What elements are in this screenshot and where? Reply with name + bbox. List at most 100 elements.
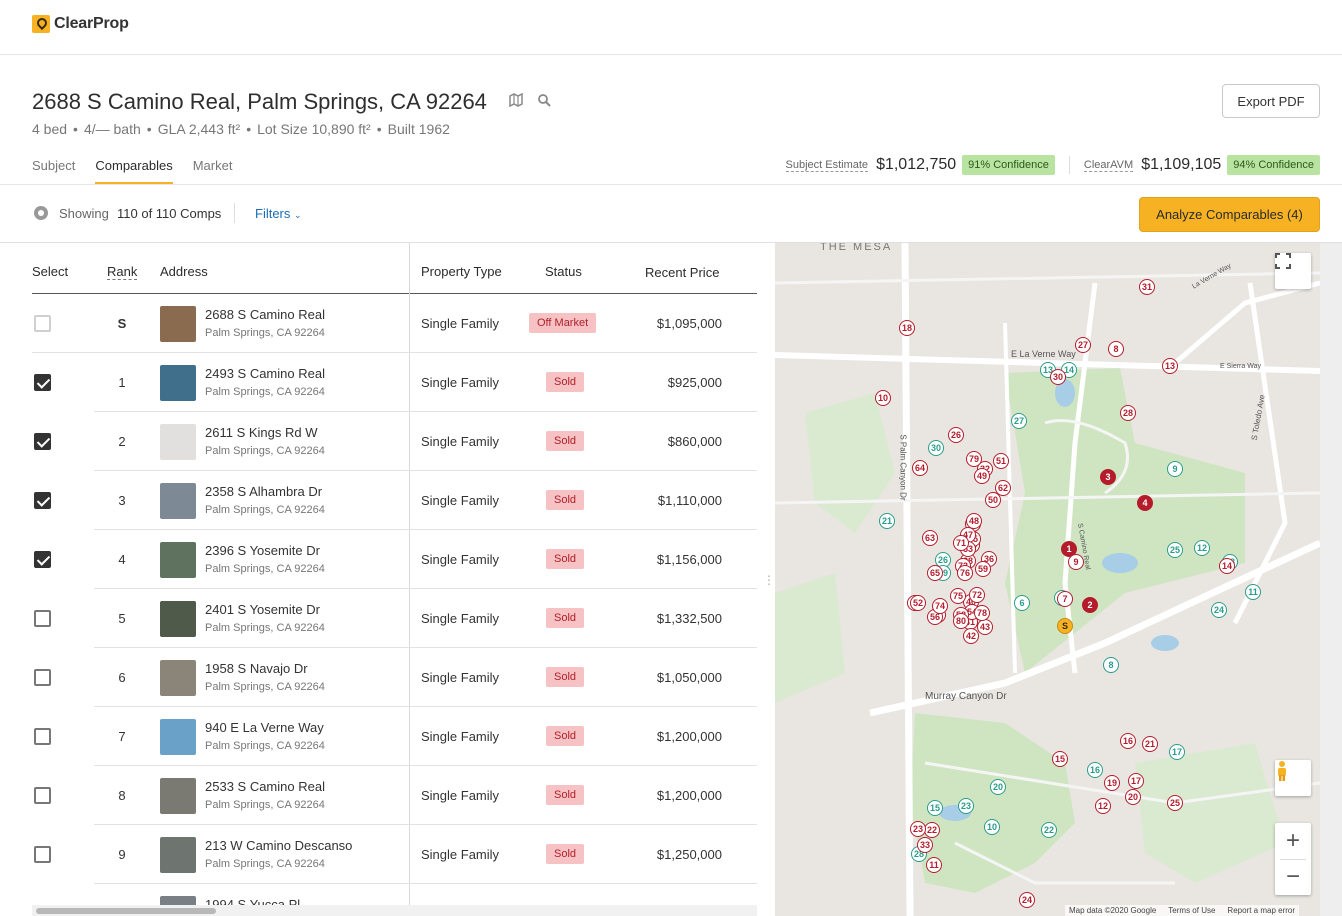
comp-pin[interactable]: 25: [1167, 795, 1183, 811]
map-icon[interactable]: [508, 92, 524, 108]
comp-pin[interactable]: 71: [953, 535, 969, 551]
row-select-checkbox[interactable]: [34, 610, 51, 627]
zoom-in-button[interactable]: +: [1286, 823, 1300, 859]
comp-pin[interactable]: 17: [1169, 744, 1185, 760]
table-row[interactable]: 5 2401 S Yosemite Dr Palm Springs, CA 9226…: [0, 589, 757, 648]
analyze-comparables-button[interactable]: Analyze Comparables (4): [1139, 197, 1320, 232]
comp-pin[interactable]: 65: [927, 565, 943, 581]
row-address[interactable]: 2493 S Camino Real: [205, 366, 325, 381]
comp-pin[interactable]: 51: [993, 453, 1009, 469]
property-thumbnail[interactable]: [160, 424, 196, 460]
zoom-out-button[interactable]: −: [1286, 859, 1300, 895]
comp-pin[interactable]: 10: [875, 390, 891, 406]
comp-pin[interactable]: 63: [922, 530, 938, 546]
table-row[interactable]: 8 2533 S Camino Real Palm Springs, CA 9226…: [0, 766, 757, 825]
comp-pin[interactable]: 13: [1162, 358, 1178, 374]
row-select-checkbox[interactable]: [34, 669, 51, 686]
comp-pin[interactable]: 27: [1075, 337, 1091, 353]
comp-pin[interactable]: 9: [1068, 554, 1084, 570]
filters-dropdown[interactable]: Filters ⌄: [255, 206, 302, 221]
comp-pin[interactable]: 14: [1219, 558, 1235, 574]
comp-pin[interactable]: 43: [977, 619, 993, 635]
tab-market[interactable]: Market: [193, 158, 233, 184]
property-thumbnail[interactable]: [160, 660, 196, 696]
comp-pin[interactable]: 15: [1052, 751, 1068, 767]
app-logo[interactable]: ClearProp: [32, 15, 129, 33]
comp-pin[interactable]: 30: [1050, 369, 1066, 385]
row-select-checkbox[interactable]: [34, 492, 51, 509]
comp-pin[interactable]: 15: [927, 800, 943, 816]
row-address[interactable]: 2358 S Alhambra Dr: [205, 484, 322, 499]
header-status[interactable]: Status: [545, 264, 582, 279]
subject-estimate-label[interactable]: Subject Estimate: [785, 159, 869, 172]
fullscreen-icon[interactable]: [1275, 253, 1311, 289]
comp-pin[interactable]: 11: [1245, 584, 1261, 600]
comp-pin[interactable]: 42: [963, 628, 979, 644]
comp-pin[interactable]: 26: [948, 427, 964, 443]
comp-pin[interactable]: 22: [1041, 822, 1057, 838]
table-row[interactable]: 9 213 W Camino Descanso Palm Springs, CA 9…: [0, 825, 757, 884]
table-row[interactable]: 4 2396 S Yosemite Dr Palm Springs, CA 9226…: [0, 530, 757, 589]
comp-pin[interactable]: 20: [1125, 789, 1141, 805]
street-view-pegman-icon[interactable]: [1275, 760, 1311, 796]
table-row[interactable]: 2 2611 S Kings Rd W Palm Springs, CA 92264…: [0, 412, 757, 471]
row-address[interactable]: 2533 S Camino Real: [205, 779, 325, 794]
row-address[interactable]: 2396 S Yosemite Dr: [205, 543, 320, 558]
comp-pin[interactable]: 25: [1167, 542, 1183, 558]
row-select-checkbox[interactable]: [34, 551, 51, 568]
comp-pin[interactable]: 78: [974, 605, 990, 621]
comp-pin[interactable]: 23: [910, 821, 926, 837]
comp-pin[interactable]: 30: [928, 440, 944, 456]
comp-pin[interactable]: 8: [1103, 657, 1119, 673]
row-address[interactable]: 2688 S Camino Real: [205, 307, 325, 322]
row-address[interactable]: 213 W Camino Descanso: [205, 838, 352, 853]
comp-pin[interactable]: 24: [1019, 892, 1035, 908]
terms-link[interactable]: Terms of Use: [1168, 906, 1215, 915]
comp-pin[interactable]: 52: [910, 595, 926, 611]
property-thumbnail[interactable]: [160, 837, 196, 873]
comp-pin[interactable]: 33: [917, 837, 933, 853]
comp-pin[interactable]: 80: [953, 613, 969, 629]
comp-pin[interactable]: 4: [1137, 495, 1153, 511]
comp-pin[interactable]: 49: [974, 468, 990, 484]
row-select-checkbox[interactable]: [34, 374, 51, 391]
header-property-type[interactable]: Property Type: [421, 264, 502, 279]
comp-pin[interactable]: 17: [1128, 773, 1144, 789]
row-address[interactable]: 2401 S Yosemite Dr: [205, 602, 320, 617]
comp-pin[interactable]: 74: [932, 598, 948, 614]
avm-label[interactable]: ClearAVM: [1083, 159, 1134, 172]
comp-pin[interactable]: 21: [1142, 736, 1158, 752]
comp-pin[interactable]: 62: [995, 480, 1011, 496]
report-error-link[interactable]: Report a map error: [1227, 906, 1295, 915]
comp-pin[interactable]: 72: [969, 587, 985, 603]
comp-pin[interactable]: 75: [950, 588, 966, 604]
comp-pin[interactable]: 23: [958, 798, 974, 814]
row-select-checkbox[interactable]: [34, 433, 51, 450]
comp-pin[interactable]: 19: [1104, 775, 1120, 791]
comp-pin[interactable]: 3: [1100, 469, 1116, 485]
header-address[interactable]: Address: [160, 264, 208, 279]
table-row[interactable]: 3 2358 S Alhambra Dr Palm Springs, CA 9226…: [0, 471, 757, 530]
comp-pin[interactable]: 79: [966, 451, 982, 467]
comp-pin[interactable]: 18: [899, 320, 915, 336]
search-icon[interactable]: [536, 92, 552, 108]
comp-pin[interactable]: 11: [926, 857, 942, 873]
property-thumbnail[interactable]: [160, 719, 196, 755]
row-address[interactable]: 940 E La Verne Way: [205, 720, 324, 735]
comps-map[interactable]: THE MESA E La Verne Way Murray Canyon Dr…: [775, 243, 1320, 916]
tab-subject[interactable]: Subject: [32, 158, 75, 184]
comp-pin[interactable]: 64: [912, 460, 928, 476]
property-thumbnail[interactable]: [160, 306, 196, 342]
comp-pin[interactable]: 27: [1011, 413, 1027, 429]
row-select-checkbox[interactable]: [34, 728, 51, 745]
table-row[interactable]: 7 940 E La Verne Way Palm Springs, CA 9226…: [0, 707, 757, 766]
comp-pin[interactable]: 2: [1082, 597, 1098, 613]
header-rank[interactable]: Rank: [107, 264, 138, 280]
property-thumbnail[interactable]: [160, 601, 196, 637]
comp-pin[interactable]: 28: [1120, 405, 1136, 421]
table-row[interactable]: 6 1958 S Navajo Dr Palm Springs, CA 92264 S…: [0, 648, 757, 707]
comp-pin[interactable]: 20: [990, 779, 1006, 795]
property-thumbnail[interactable]: [160, 778, 196, 814]
table-row[interactable]: 1 2493 S Camino Real Palm Springs, CA 9226…: [0, 353, 757, 412]
property-thumbnail[interactable]: [160, 542, 196, 578]
